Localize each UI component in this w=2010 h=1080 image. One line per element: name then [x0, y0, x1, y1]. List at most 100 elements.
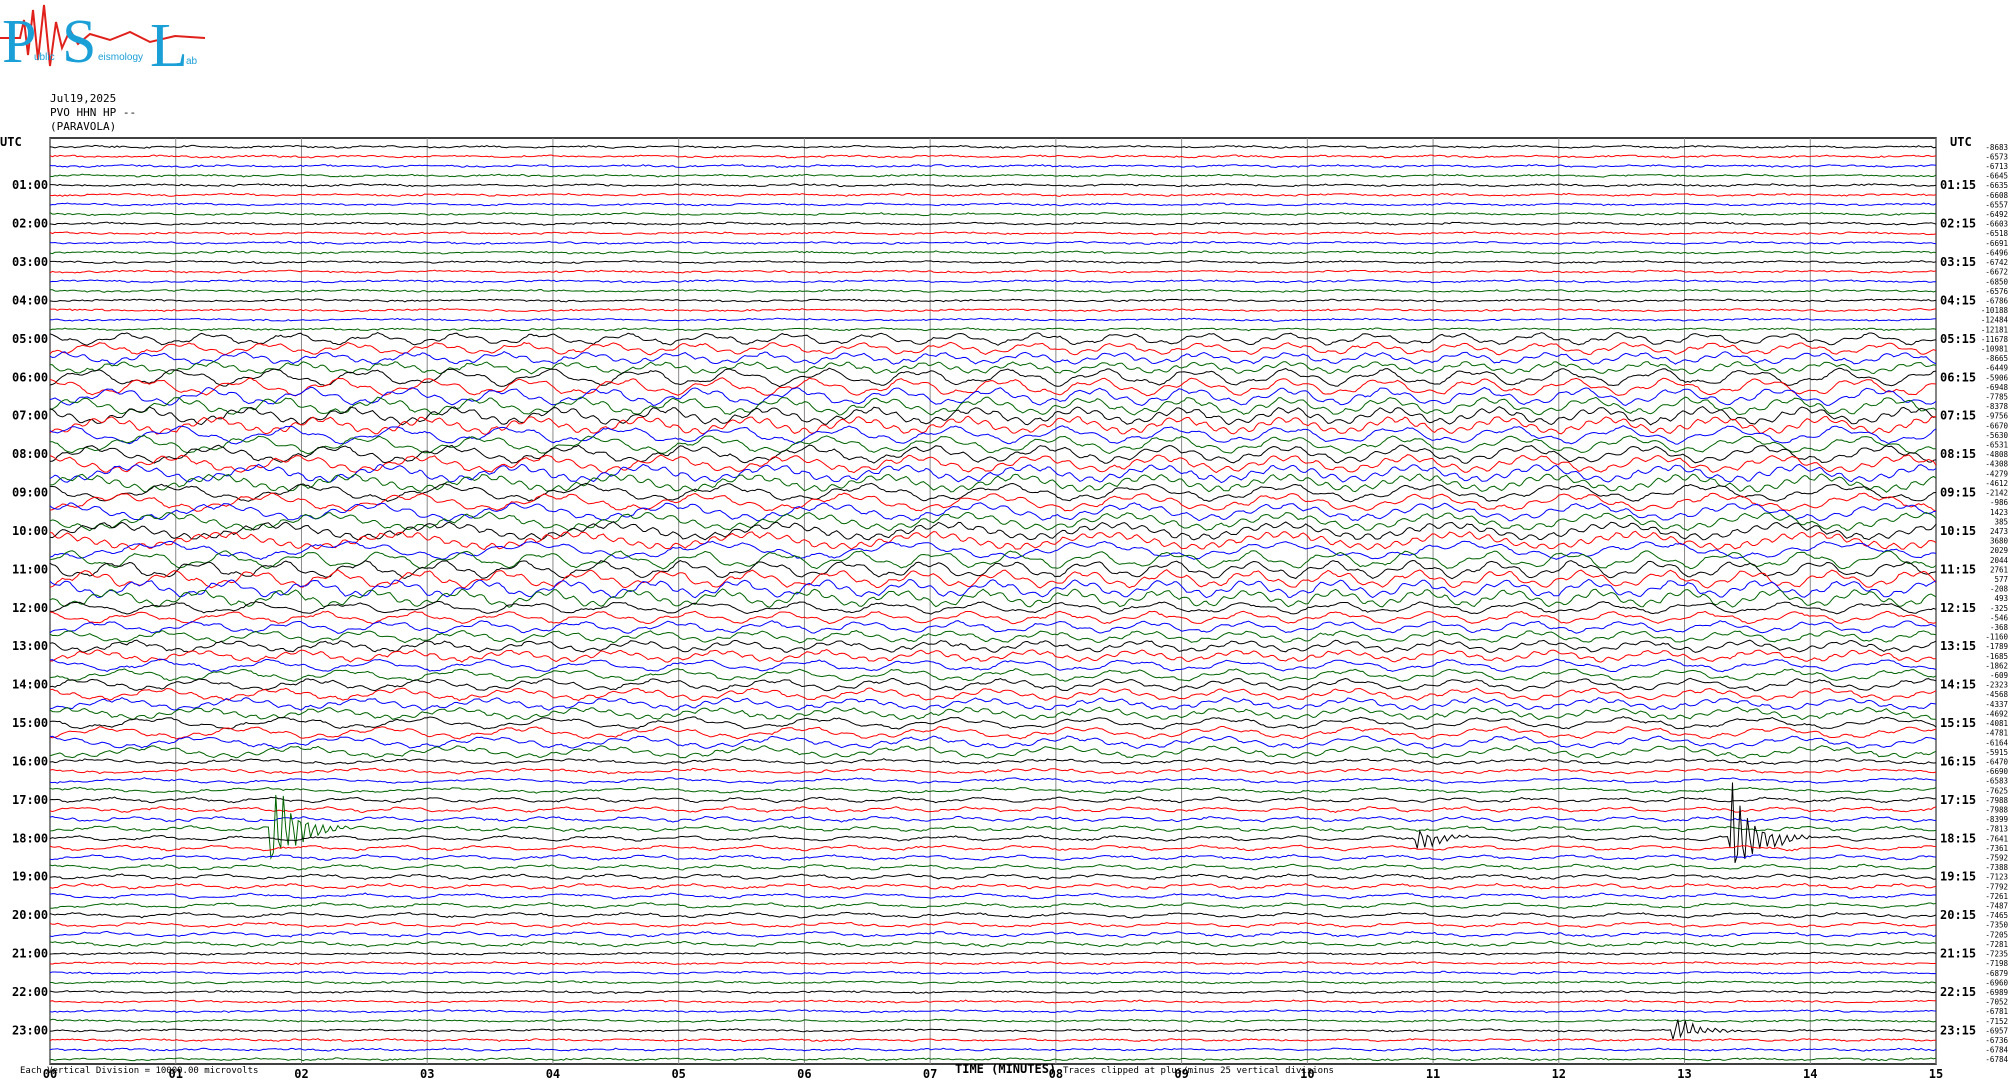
left-hour-label: 05:00	[12, 332, 48, 346]
trace-offset-label: -10188	[1981, 306, 2009, 315]
seismic-trace	[50, 288, 1937, 293]
x-axis-title: TIME (MINUTES)	[955, 1062, 1057, 1076]
seismic-trace	[49, 782, 1937, 864]
trace-offset-label: 2029	[1990, 546, 2008, 555]
seismic-trace	[49, 192, 1937, 197]
seismic-trace	[49, 863, 1937, 871]
trace-offset-label: -6784	[1985, 1046, 2008, 1055]
trace-offset-label: -6635	[1985, 181, 2008, 190]
trace-offset-label: -7813	[1985, 825, 2008, 834]
trace-offset-label: -4568	[1985, 690, 2008, 699]
trace-offset-label: -6576	[1985, 287, 2008, 296]
trace-offset-label: -6850	[1985, 277, 2008, 286]
right-hour-label: 09:15	[1940, 486, 1976, 500]
seismic-trace	[49, 758, 1937, 765]
trace-offset-label: -7235	[1985, 950, 2008, 959]
trace-offset-label: 2044	[1990, 556, 2009, 565]
trace-offset-label: -6470	[1985, 757, 2008, 766]
seismic-trace	[49, 1057, 1937, 1062]
trace-offset-label: -7988	[1985, 805, 2008, 814]
trace-offset-label: -6583	[1985, 777, 2008, 786]
seismic-trace	[49, 658, 1937, 673]
seismic-trace	[49, 940, 1937, 948]
trace-offset-label: -6989	[1985, 988, 2008, 997]
trace-offset-label: -7350	[1985, 921, 2008, 930]
trace-offset-label: -11678	[1981, 335, 2009, 344]
seismic-trace	[49, 716, 1937, 730]
trace-offset-label: -1862	[1985, 661, 2008, 670]
seismic-trace	[49, 327, 1937, 332]
trace-offset-label: -6670	[1985, 421, 2008, 430]
seismic-trace	[49, 620, 1937, 634]
seismic-trace	[49, 796, 1937, 804]
left-hour-label: 01:00	[12, 178, 48, 192]
right-hour-label: 18:15	[1940, 831, 1976, 845]
trace-offset-label: 2473	[1990, 527, 2008, 536]
trace-offset-label: 385	[1994, 517, 2008, 526]
seismic-trace	[49, 1019, 1937, 1040]
trace-offset-label: 3680	[1990, 537, 2009, 546]
trace-offset-label: 1423	[1990, 508, 2008, 517]
trace-offset-label: -7261	[1985, 892, 2008, 901]
trace-offset-label: -6784	[1985, 1055, 2008, 1064]
seismic-trace	[49, 164, 1937, 169]
trace-offset-label: -7792	[1985, 882, 2008, 891]
seismic-trace	[49, 367, 1937, 388]
right-hour-label: 15:15	[1940, 716, 1976, 730]
trace-offset-label: -6645	[1985, 172, 2008, 181]
seismic-trace	[49, 250, 1937, 255]
seismic-trace	[49, 630, 1937, 644]
trace-offset-label: -7388	[1985, 863, 2008, 872]
seismic-trace	[49, 202, 1937, 207]
seismic-trace	[49, 550, 1937, 570]
seismic-trace	[49, 231, 1937, 236]
seismic-trace	[49, 1009, 1937, 1014]
right-utc-header: UTC	[1950, 135, 1972, 149]
seismic-trace	[49, 351, 1937, 365]
trace-offset-label: -6690	[1985, 767, 2008, 776]
trace-offset-label: 577	[1994, 575, 2008, 584]
trace-offset-label: -6496	[1985, 248, 2008, 257]
left-hour-label: 09:00	[12, 486, 48, 500]
seismic-trace	[49, 482, 1937, 503]
trace-offset-label: -6672	[1985, 268, 2008, 277]
seismic-trace	[49, 434, 1937, 455]
seismic-trace	[49, 211, 1937, 217]
seismic-trace	[49, 777, 1937, 785]
right-hour-label: 06:15	[1940, 370, 1976, 384]
seismic-trace	[49, 154, 1937, 159]
seismic-trace	[49, 1037, 1936, 1043]
trace-offset-label: -7785	[1985, 393, 2008, 402]
trace-offset-label: -5915	[1985, 748, 2008, 757]
trace-offset-label: -7465	[1985, 911, 2008, 920]
trace-offset-label: -1789	[1985, 642, 2008, 651]
trace-offset-label: -7052	[1985, 998, 2008, 1007]
right-hour-label: 07:15	[1940, 409, 1976, 423]
left-hour-label: 10:00	[12, 524, 48, 538]
trace-offset-label: -12181	[1981, 325, 2008, 334]
seismic-trace	[49, 930, 1937, 938]
seismic-trace	[50, 317, 1937, 322]
seismic-trace	[49, 269, 1937, 274]
seismic-trace	[49, 279, 1936, 284]
trace-offset-label: 2761	[1990, 565, 2008, 574]
seismic-trace	[50, 649, 1937, 663]
seismic-trace	[49, 902, 1937, 909]
seismic-trace	[49, 892, 1937, 900]
trace-offset-label: -8683	[1985, 143, 2008, 152]
seismic-trace	[50, 980, 1937, 985]
seismic-trace	[49, 492, 1937, 512]
right-hour-label: 04:15	[1940, 293, 1976, 307]
seismic-trace	[49, 951, 1937, 956]
seismic-trace	[49, 735, 1937, 750]
seismic-trace	[49, 600, 1937, 615]
left-hour-label: 08:00	[12, 447, 48, 461]
trace-offset-label: -6608	[1985, 191, 2008, 200]
left-hour-label: 23:00	[12, 1023, 48, 1037]
trace-offset-label: -6736	[1985, 1036, 2008, 1045]
seismic-trace	[49, 298, 1937, 303]
left-hour-label: 17:00	[12, 793, 48, 807]
trace-offset-label: -4612	[1985, 479, 2008, 488]
seismic-trace	[49, 386, 1937, 407]
trace-offset-label: -6879	[1985, 969, 2008, 978]
